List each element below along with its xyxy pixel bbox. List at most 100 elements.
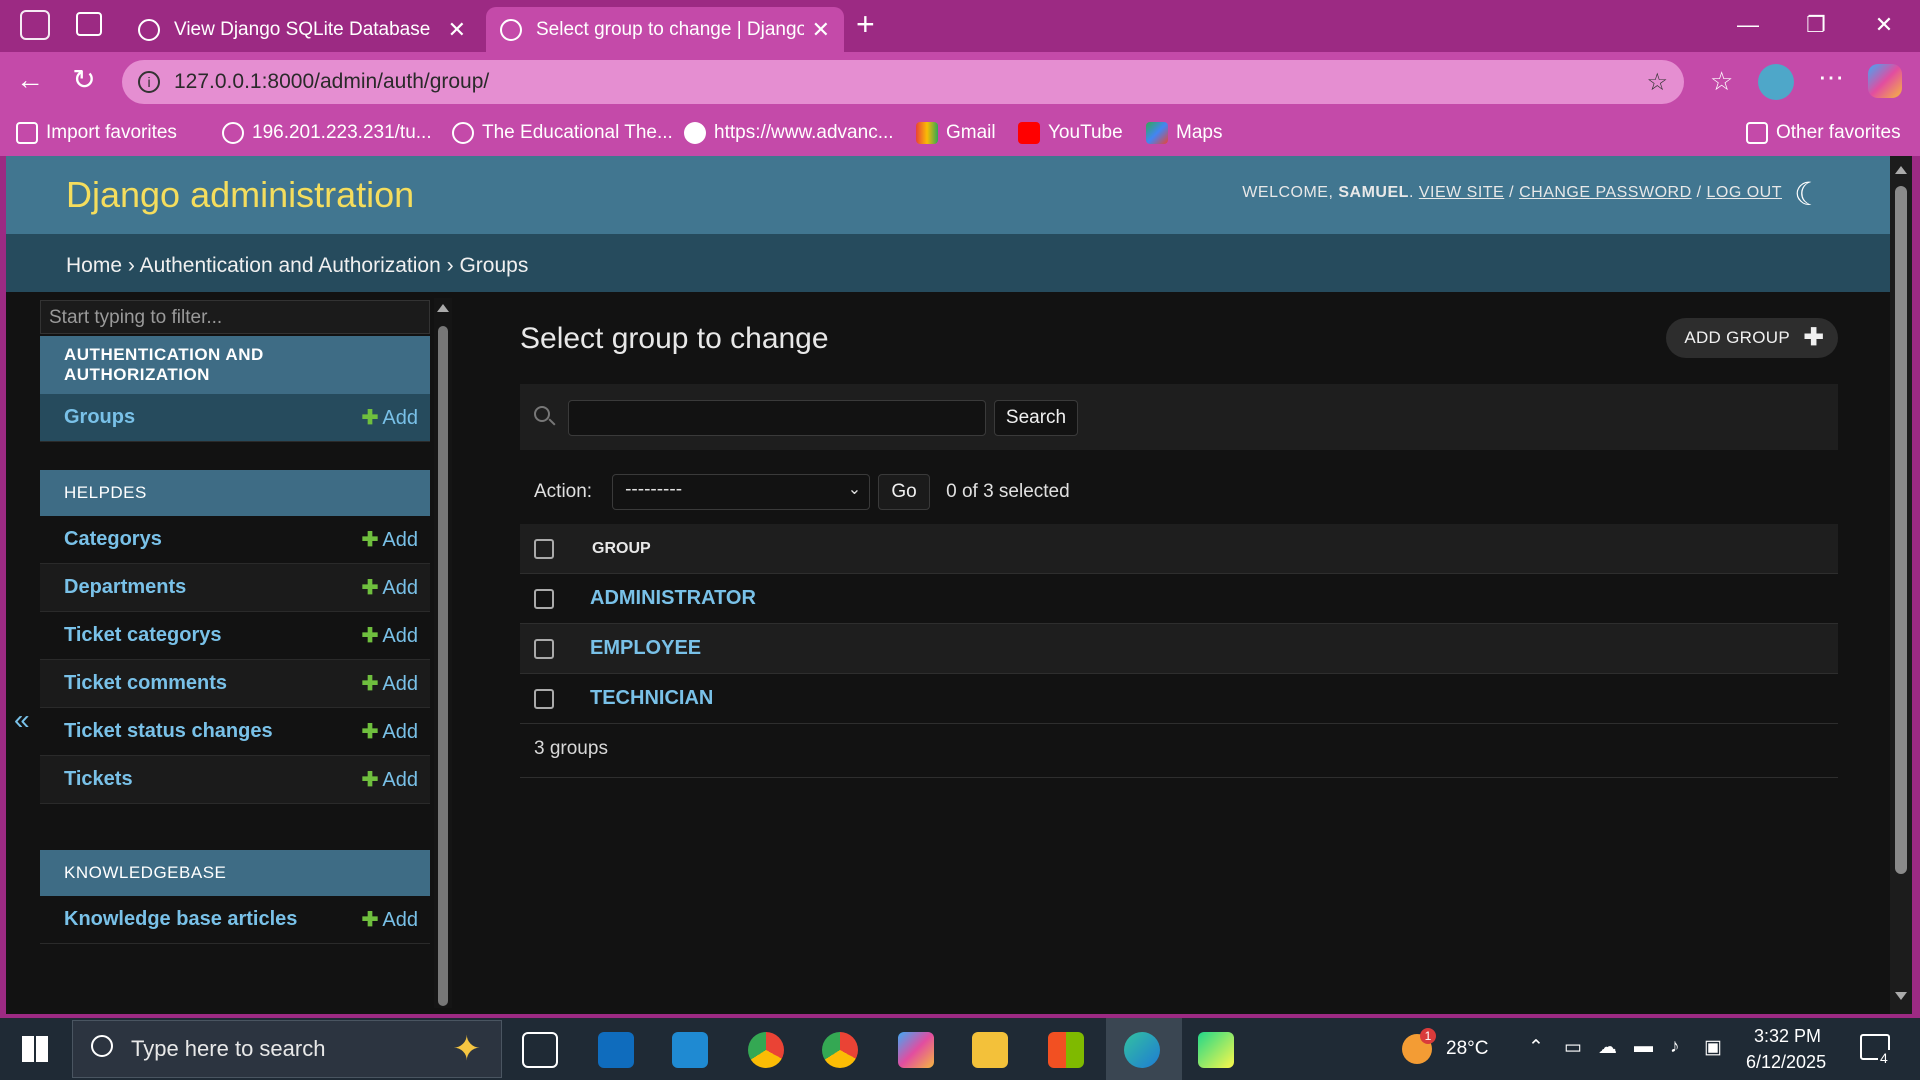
breadcrumb-home[interactable]: Home: [66, 254, 122, 277]
close-window-button[interactable]: ✕: [1864, 8, 1904, 42]
chrome-profile-icon[interactable]: [822, 1032, 858, 1068]
file-explorer-icon[interactable]: [972, 1032, 1008, 1068]
extensions-icon[interactable]: ☆: [1710, 66, 1733, 97]
view-site-link[interactable]: VIEW SITE: [1419, 184, 1504, 201]
bookmark-educational[interactable]: The Educational The...: [452, 118, 673, 148]
clock-time[interactable]: 3:32 PM: [1754, 1026, 1821, 1047]
site-title[interactable]: Django administration: [66, 174, 414, 216]
group-link-technician[interactable]: TECHNICIAN: [590, 687, 713, 710]
sidebar-item-tickets[interactable]: Tickets ✚ Add: [40, 756, 430, 804]
module-auth-header[interactable]: AUTHENTICATION AND AUTHORIZATION: [40, 336, 430, 394]
vertical-tabs-icon[interactable]: [76, 12, 102, 36]
add-group-button[interactable]: ADD GROUP ✚: [1666, 318, 1838, 358]
restore-button[interactable]: ❐: [1796, 8, 1836, 42]
scroll-up-arrow[interactable]: [437, 304, 449, 312]
page-scrollbar[interactable]: [1890, 156, 1912, 1014]
column-header-group[interactable]: GROUP: [592, 540, 651, 558]
go-button[interactable]: Go: [878, 474, 931, 510]
weather-temperature[interactable]: 28°C: [1446, 1038, 1488, 1060]
search-input[interactable]: [568, 400, 986, 436]
vscode-icon[interactable]: [672, 1032, 708, 1068]
sidebar-filter-input[interactable]: Start typing to filter...: [40, 300, 430, 334]
breadcrumb-app[interactable]: Authentication and Authorization: [140, 254, 441, 277]
other-favorites[interactable]: Other favorites: [1746, 118, 1901, 148]
address-bar[interactable]: i 127.0.0.1:8000/admin/auth/group/ ☆: [122, 60, 1684, 104]
new-tab-button[interactable]: +: [856, 6, 875, 43]
network-icon[interactable]: ▣: [1704, 1036, 1722, 1059]
page-scroll-thumb[interactable]: [1895, 186, 1907, 874]
tab-view-django-sqlite[interactable]: View Django SQLite Database ✕: [124, 7, 480, 52]
url-text: 127.0.0.1:8000/admin/auth/group/: [174, 70, 490, 93]
bookmark-gmail[interactable]: Gmail: [916, 118, 996, 148]
row-checkbox[interactable]: [534, 638, 554, 659]
add-link[interactable]: ✚ Add: [362, 671, 418, 696]
profile-avatar[interactable]: [1758, 64, 1794, 100]
add-link[interactable]: ✚ Add: [362, 527, 418, 552]
minimize-button[interactable]: —: [1728, 8, 1768, 42]
sidebar-item-ticket-comments[interactable]: Ticket comments ✚ Add: [40, 660, 430, 708]
refresh-button[interactable]: ↻: [64, 60, 104, 100]
sidebar-item-knowledge-base-articles[interactable]: Knowledge base articles ✚ Add: [40, 896, 430, 944]
task-view-icon[interactable]: [522, 1032, 558, 1068]
microsoft-store-icon[interactable]: [1048, 1032, 1084, 1068]
bookmark-advanc[interactable]: https://www.advanc...: [684, 118, 894, 148]
module-knowledgebase-header[interactable]: KNOWLEDGEBASE: [40, 850, 430, 896]
battery-icon[interactable]: ▬: [1634, 1036, 1653, 1058]
search-button[interactable]: Search: [994, 400, 1078, 436]
close-tab-icon[interactable]: ✕: [812, 17, 830, 43]
copilot-icon[interactable]: [1868, 64, 1902, 98]
add-link[interactable]: ✚ Add: [362, 623, 418, 648]
change-password-link[interactable]: CHANGE PASSWORD: [1519, 184, 1692, 201]
row-checkbox[interactable]: [534, 588, 554, 609]
sidebar-scroll-thumb[interactable]: [438, 326, 448, 1006]
action-select[interactable]: --------- ⌄: [612, 474, 871, 510]
pycharm-icon[interactable]: [1198, 1032, 1234, 1068]
bookmark-youtube[interactable]: YouTube: [1018, 118, 1123, 148]
group-link-employee[interactable]: EMPLOYEE: [590, 637, 701, 660]
workspaces-icon[interactable]: [20, 10, 50, 40]
close-tab-icon[interactable]: ✕: [448, 17, 466, 43]
sidebar-item-categorys[interactable]: Categorys ✚ Add: [40, 516, 430, 564]
theme-toggle-moon-icon[interactable]: ☾: [1794, 174, 1834, 214]
toggle-sidebar-button[interactable]: «: [14, 704, 30, 736]
add-group-link[interactable]: ✚ Add: [362, 405, 418, 430]
module-helpdes-header[interactable]: HELPDES: [40, 470, 430, 516]
group-link-administrator[interactable]: ADMINISTRATOR: [590, 587, 756, 610]
outlook-icon[interactable]: [598, 1032, 634, 1068]
bookmark-import-favorites[interactable]: Import favorites: [16, 118, 177, 148]
scroll-down-arrow[interactable]: [1895, 992, 1907, 1000]
row-checkbox[interactable]: [534, 688, 554, 709]
scroll-up-arrow[interactable]: [1895, 166, 1907, 174]
taskbar-search-input[interactable]: Type here to search ✦: [72, 1020, 502, 1078]
volume-icon[interactable]: ♪: [1670, 1036, 1680, 1058]
copilot-app-icon[interactable]: [898, 1032, 934, 1068]
add-link[interactable]: ✚ Add: [362, 767, 418, 792]
tab-select-group[interactable]: Select group to change | Django site adm…: [486, 7, 844, 52]
select-all-checkbox[interactable]: [534, 538, 554, 559]
bookmark-ip-address[interactable]: 196.201.223.231/tu...: [222, 118, 432, 148]
site-info-icon[interactable]: i: [138, 71, 160, 93]
chrome-icon[interactable]: [748, 1032, 784, 1068]
copilot-sparkle-icon: ✦: [452, 1030, 482, 1068]
onedrive-icon[interactable]: ☁: [1598, 1036, 1617, 1059]
more-menu-icon[interactable]: ⋯: [1818, 62, 1844, 93]
bookmark-maps[interactable]: Maps: [1146, 118, 1222, 148]
sidebar-item-ticket-status-changes[interactable]: Ticket status changes ✚ Add: [40, 708, 430, 756]
favorite-star-icon[interactable]: ☆: [1646, 68, 1668, 97]
add-link[interactable]: ✚ Add: [362, 907, 418, 932]
sidebar-scrollbar[interactable]: [434, 298, 452, 1008]
add-link[interactable]: ✚ Add: [362, 719, 418, 744]
chevron-up-icon[interactable]: ⌃: [1528, 1036, 1544, 1059]
windows-taskbar: Type here to search ✦ 1 28°C ⌃ ▭ ☁ ▬ ♪ ▣…: [0, 1018, 1920, 1080]
windows-start-icon[interactable]: [22, 1036, 48, 1062]
edge-icon[interactable]: [1124, 1032, 1160, 1068]
meet-now-icon[interactable]: ▭: [1564, 1036, 1582, 1059]
clock-date[interactable]: 6/12/2025: [1746, 1052, 1826, 1073]
plus-icon: ✚: [361, 407, 379, 429]
sidebar-item-groups[interactable]: Groups ✚ Add: [40, 394, 430, 442]
add-link[interactable]: ✚ Add: [362, 575, 418, 600]
log-out-link[interactable]: LOG OUT: [1706, 184, 1782, 201]
sidebar-item-departments[interactable]: Departments ✚ Add: [40, 564, 430, 612]
back-button[interactable]: ←: [10, 60, 50, 100]
sidebar-item-ticket-categorys[interactable]: Ticket categorys ✚ Add: [40, 612, 430, 660]
